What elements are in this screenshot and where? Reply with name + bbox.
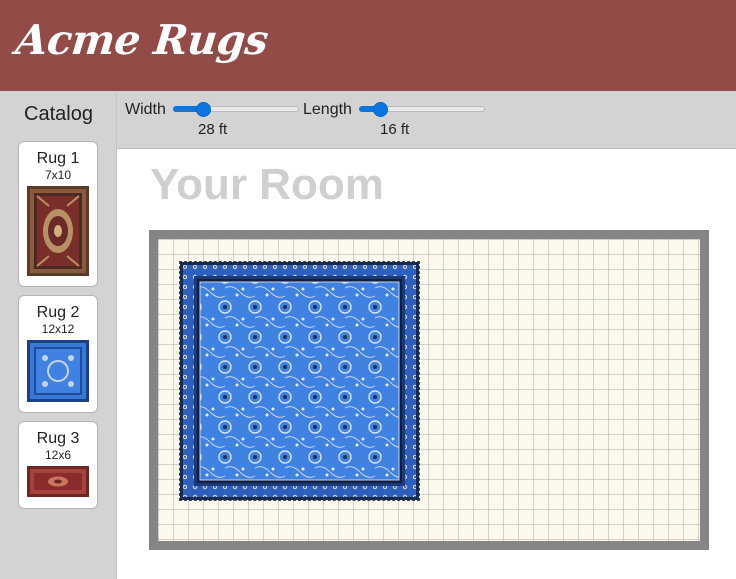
placed-rug-2[interactable] (179, 261, 420, 501)
blue-floral-rug-thumbnail (27, 340, 89, 402)
length-slider[interactable] (359, 102, 485, 117)
length-label: Length (303, 101, 352, 118)
rug-size: 12x6 (44, 448, 72, 462)
catalog-item-rug-1[interactable]: Rug 1 7x10 (18, 141, 98, 287)
rug-name: Rug 1 (36, 150, 80, 167)
length-value: 16 ft (380, 121, 410, 138)
dimension-toolbar: Width 28 ft Length 16 ft (117, 91, 736, 149)
length-slider-thumb[interactable] (373, 102, 388, 117)
room-walls (149, 230, 709, 550)
width-label: Width (125, 101, 166, 118)
rug-size: 12x12 (41, 322, 75, 336)
width-value: 28 ft (198, 121, 228, 138)
red-runner-rug-thumbnail (27, 466, 89, 497)
catalog-item-rug-2[interactable]: Rug 2 12x12 (18, 295, 98, 413)
room-title: Your Room (150, 160, 384, 209)
rug-size: 7x10 (44, 168, 72, 182)
catalog-item-rug-3[interactable]: Rug 3 12x6 (18, 421, 98, 509)
blue-floral-rug-image (180, 262, 419, 500)
rug-name: Rug 2 (36, 304, 80, 321)
app-header: Acme Rugs (0, 0, 736, 91)
brand-logo: Acme Rugs (13, 16, 271, 64)
width-slider-thumb[interactable] (196, 102, 211, 117)
catalog-sidebar: Catalog Rug 1 7x10 Rug 2 12x12 Rug 3 12x… (0, 91, 117, 579)
catalog-title: Catalog (24, 103, 93, 125)
red-medallion-rug-thumbnail (27, 186, 89, 276)
rug-name: Rug 3 (36, 430, 80, 447)
width-slider[interactable] (173, 102, 299, 117)
room-floor-grid[interactable] (158, 239, 700, 541)
